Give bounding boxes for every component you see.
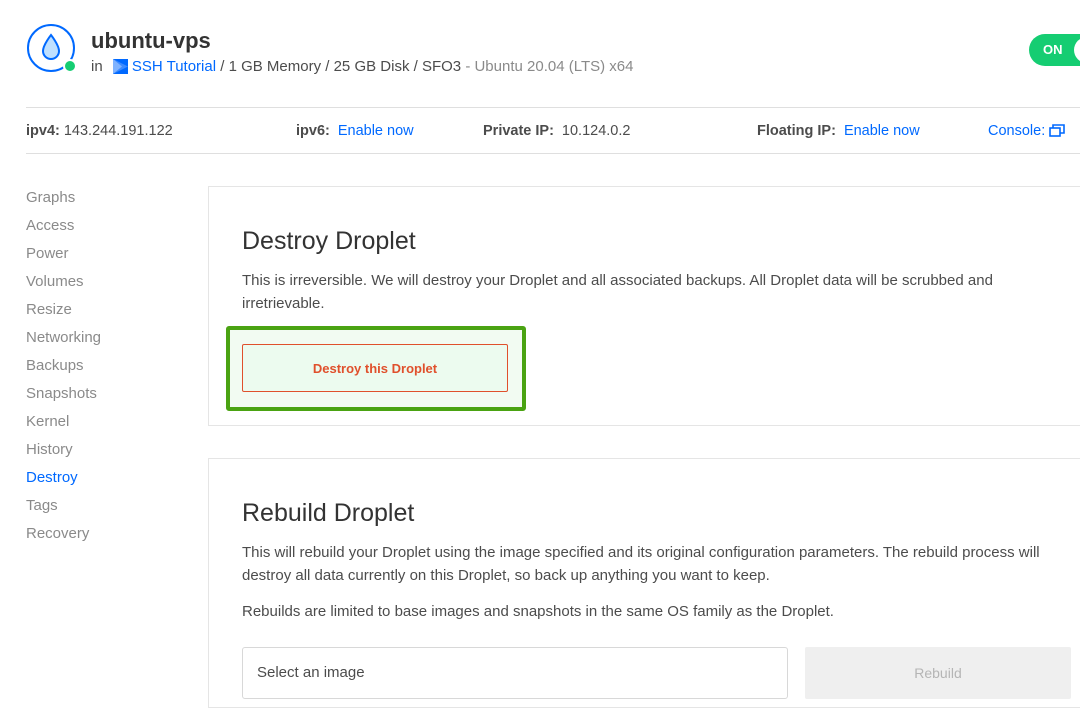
sidebar-item-access[interactable]: Access <box>26 214 186 242</box>
sidebar-item-backups[interactable]: Backups <box>26 354 186 382</box>
sidebar-item-history[interactable]: History <box>26 438 186 466</box>
destroy-droplet-button[interactable]: Destroy this Droplet <box>242 344 508 392</box>
sidebar-item-networking[interactable]: Networking <box>26 326 186 354</box>
sidebar-item-graphs[interactable]: Graphs <box>26 186 186 214</box>
sidebar-item-tags[interactable]: Tags <box>26 494 186 522</box>
sidebar-item-kernel[interactable]: Kernel <box>26 410 186 438</box>
floating-ip-info: Floating IP: Enable now <box>757 122 920 140</box>
ipv6-info: ipv6: Enable now <box>296 122 414 140</box>
project-link[interactable]: SSH Tutorial <box>132 58 216 75</box>
image-select-placeholder: Select an image <box>257 664 365 681</box>
floating-ip-enable-link[interactable]: Enable now <box>844 123 920 139</box>
rebuild-description: This will rebuild your Droplet using the… <box>242 544 1040 584</box>
ipv6-enable-link[interactable]: Enable now <box>338 123 414 139</box>
external-window-icon <box>1049 124 1066 137</box>
sidebar-item-volumes[interactable]: Volumes <box>26 270 186 298</box>
project-icon <box>112 59 128 74</box>
droplet-name: ubuntu-vps <box>91 28 211 53</box>
destroy-description: This is irreversible. We will destroy yo… <box>242 272 993 312</box>
console-info: Console: <box>988 122 1066 140</box>
sidebar-item-destroy[interactable]: Destroy <box>26 466 186 494</box>
status-indicator <box>65 61 75 71</box>
power-state-label: ON <box>1043 42 1063 57</box>
private-ip-info: Private IP: 10.124.0.2 <box>483 122 630 140</box>
ipv4-label: ipv4: <box>26 123 60 139</box>
rebuild-note: Rebuilds are limited to base images and … <box>242 603 834 620</box>
image-select[interactable]: Select an image <box>242 647 788 699</box>
destroy-title: Destroy Droplet <box>242 227 416 255</box>
network-info-bar: ipv4: 143.244.191.122 ipv6: Enable now Pri… <box>26 107 1080 154</box>
destroy-droplet-card: Destroy Droplet This is irreversible. We… <box>208 186 1080 426</box>
droplet-icon <box>27 24 77 73</box>
droplet-meta: in SSH Tutorial / 1 GB Memory / 25 GB Di… <box>91 58 633 76</box>
ipv6-label: ipv6: <box>296 123 330 139</box>
rebuild-droplet-card: Rebuild Droplet This will rebuild your D… <box>208 458 1080 708</box>
sidebar-item-power[interactable]: Power <box>26 242 186 270</box>
sidebar-item-snapshots[interactable]: Snapshots <box>26 382 186 410</box>
private-ip-value[interactable]: 10.124.0.2 <box>562 123 631 139</box>
ipv4-value[interactable]: 143.244.191.122 <box>64 123 173 139</box>
floating-ip-label: Floating IP: <box>757 123 836 139</box>
power-toggle[interactable]: ON <box>1029 34 1080 66</box>
droplet-sidebar-nav: Graphs Access Power Volumes Resize Netwo… <box>26 186 186 550</box>
toggle-knob <box>1074 37 1080 63</box>
private-ip-label: Private IP: <box>483 123 554 139</box>
rebuild-title: Rebuild Droplet <box>242 499 415 527</box>
ipv4-info: ipv4: 143.244.191.122 <box>26 122 173 140</box>
droplet-header: ubuntu-vps in SSH Tutorial / 1 GB Memory… <box>0 0 1080 108</box>
droplet-image: - Ubuntu 20.04 (LTS) x64 <box>465 58 634 75</box>
sidebar-item-resize[interactable]: Resize <box>26 298 186 326</box>
rebuild-button[interactable]: Rebuild <box>805 647 1071 699</box>
droplet-specs: / 1 GB Memory / 25 GB Disk / SFO3 <box>220 58 462 75</box>
in-label: in <box>91 58 103 75</box>
console-link[interactable]: Console: <box>988 123 1066 139</box>
console-label: Console: <box>988 123 1046 139</box>
sidebar-item-recovery[interactable]: Recovery <box>26 522 186 550</box>
